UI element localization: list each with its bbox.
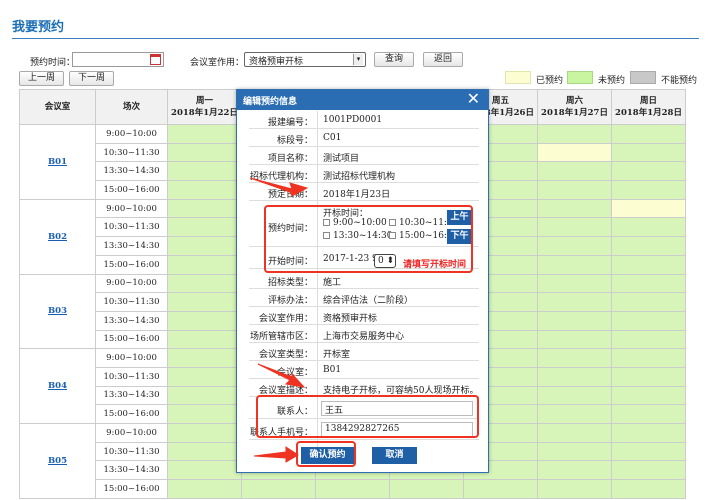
annotation-arrows <box>249 177 309 463</box>
arrow-date <box>249 177 309 197</box>
arrow-desc <box>257 363 306 388</box>
arrow-confirm <box>253 446 299 463</box>
